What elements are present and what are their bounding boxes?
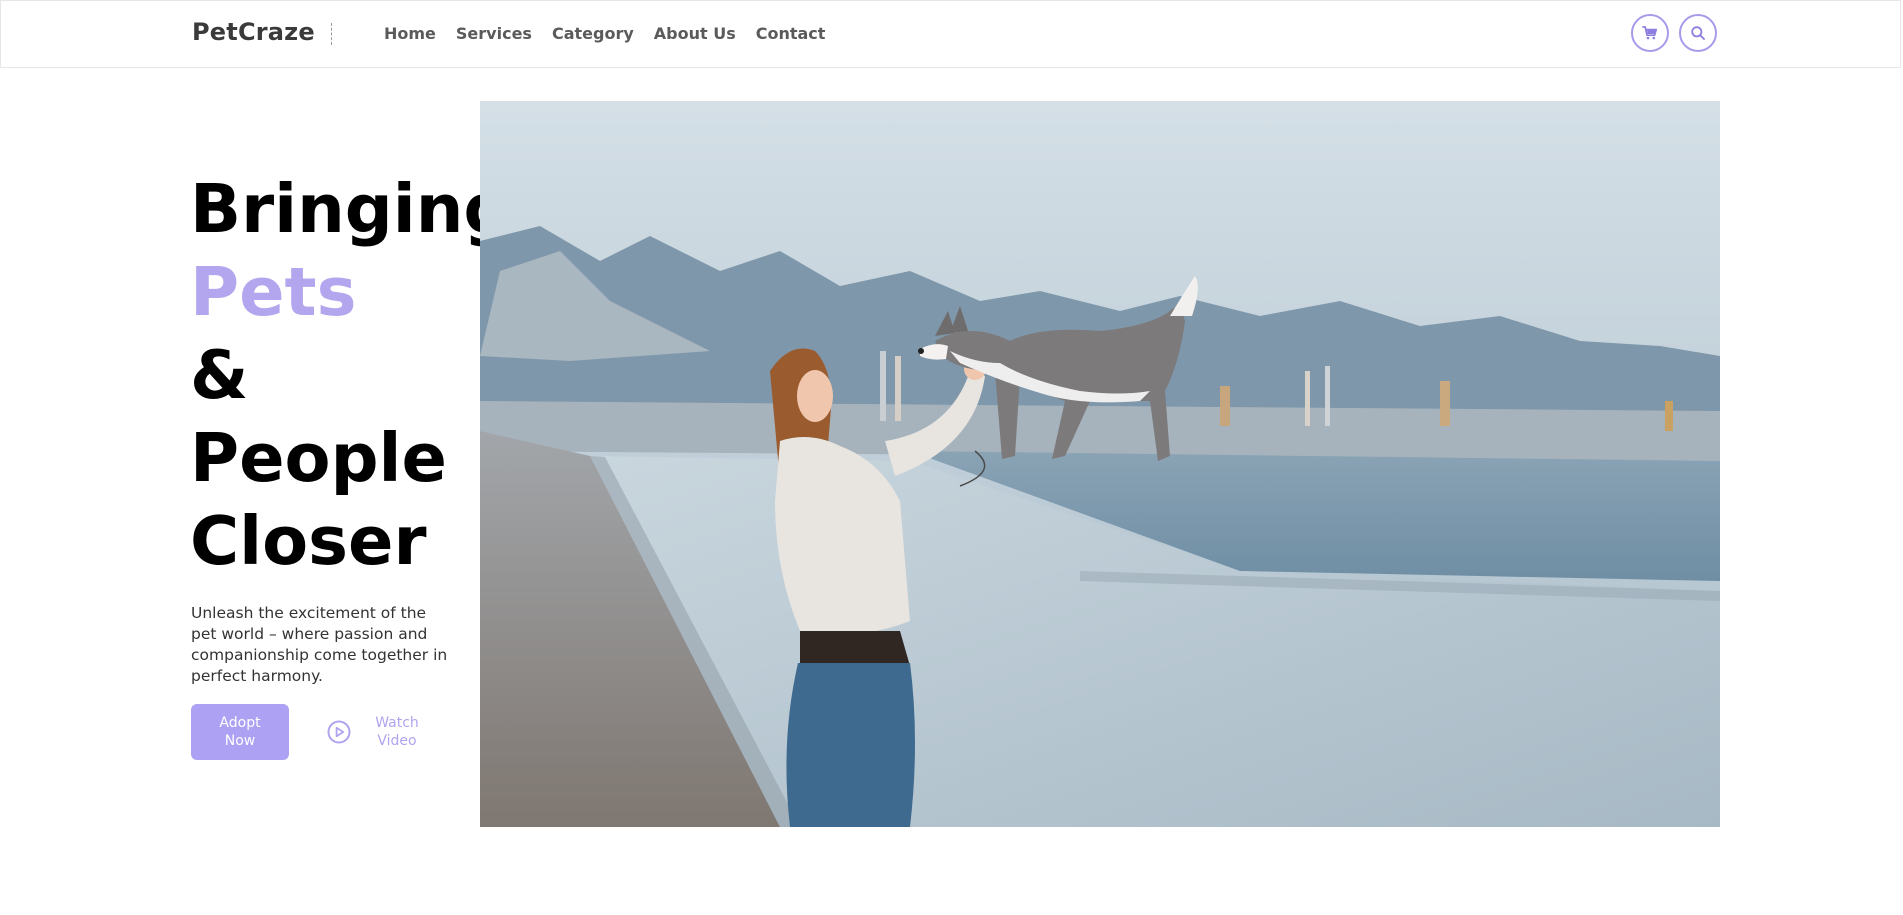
hero-image: [480, 101, 1720, 827]
navbar: PetCraze Home Services Category About Us…: [0, 0, 1901, 68]
hero-title-line-4: People: [190, 419, 447, 497]
cart-button[interactable]: [1631, 14, 1669, 52]
nav-link-home[interactable]: Home: [384, 24, 436, 43]
brand-logo[interactable]: PetCraze: [192, 18, 315, 46]
cart-icon: [1642, 26, 1658, 40]
nav-link-contact[interactable]: Contact: [756, 24, 826, 43]
nav-link-services[interactable]: Services: [456, 24, 532, 43]
watch-video-label: Watch Video: [375, 715, 419, 749]
hero-title-line-3: &: [190, 336, 249, 414]
adopt-now-label: Adopt Now: [219, 715, 261, 749]
play-circle-icon: [327, 720, 351, 744]
hero-title-line-2-accent: Pets: [190, 253, 357, 331]
nav-link-category[interactable]: Category: [552, 24, 634, 43]
adopt-now-button[interactable]: Adopt Now: [191, 704, 289, 760]
hero-title-line-5: Closer: [190, 502, 427, 580]
nav-divider: [331, 23, 332, 45]
hero-title: Bringing Pets & People Closer: [190, 168, 511, 583]
hero-description: Unleash the excitement of the pet world …: [191, 604, 448, 685]
search-icon: [1691, 26, 1705, 40]
watch-video-button[interactable]: Watch Video: [325, 712, 425, 756]
main-nav: Home Services Category About Us Contact: [384, 24, 825, 43]
search-button[interactable]: [1679, 14, 1717, 52]
hero-title-line-1: Bringing: [190, 170, 512, 248]
nav-link-about-us[interactable]: About Us: [654, 24, 736, 43]
hero-photo-woman-and-husky: [480, 101, 1720, 827]
